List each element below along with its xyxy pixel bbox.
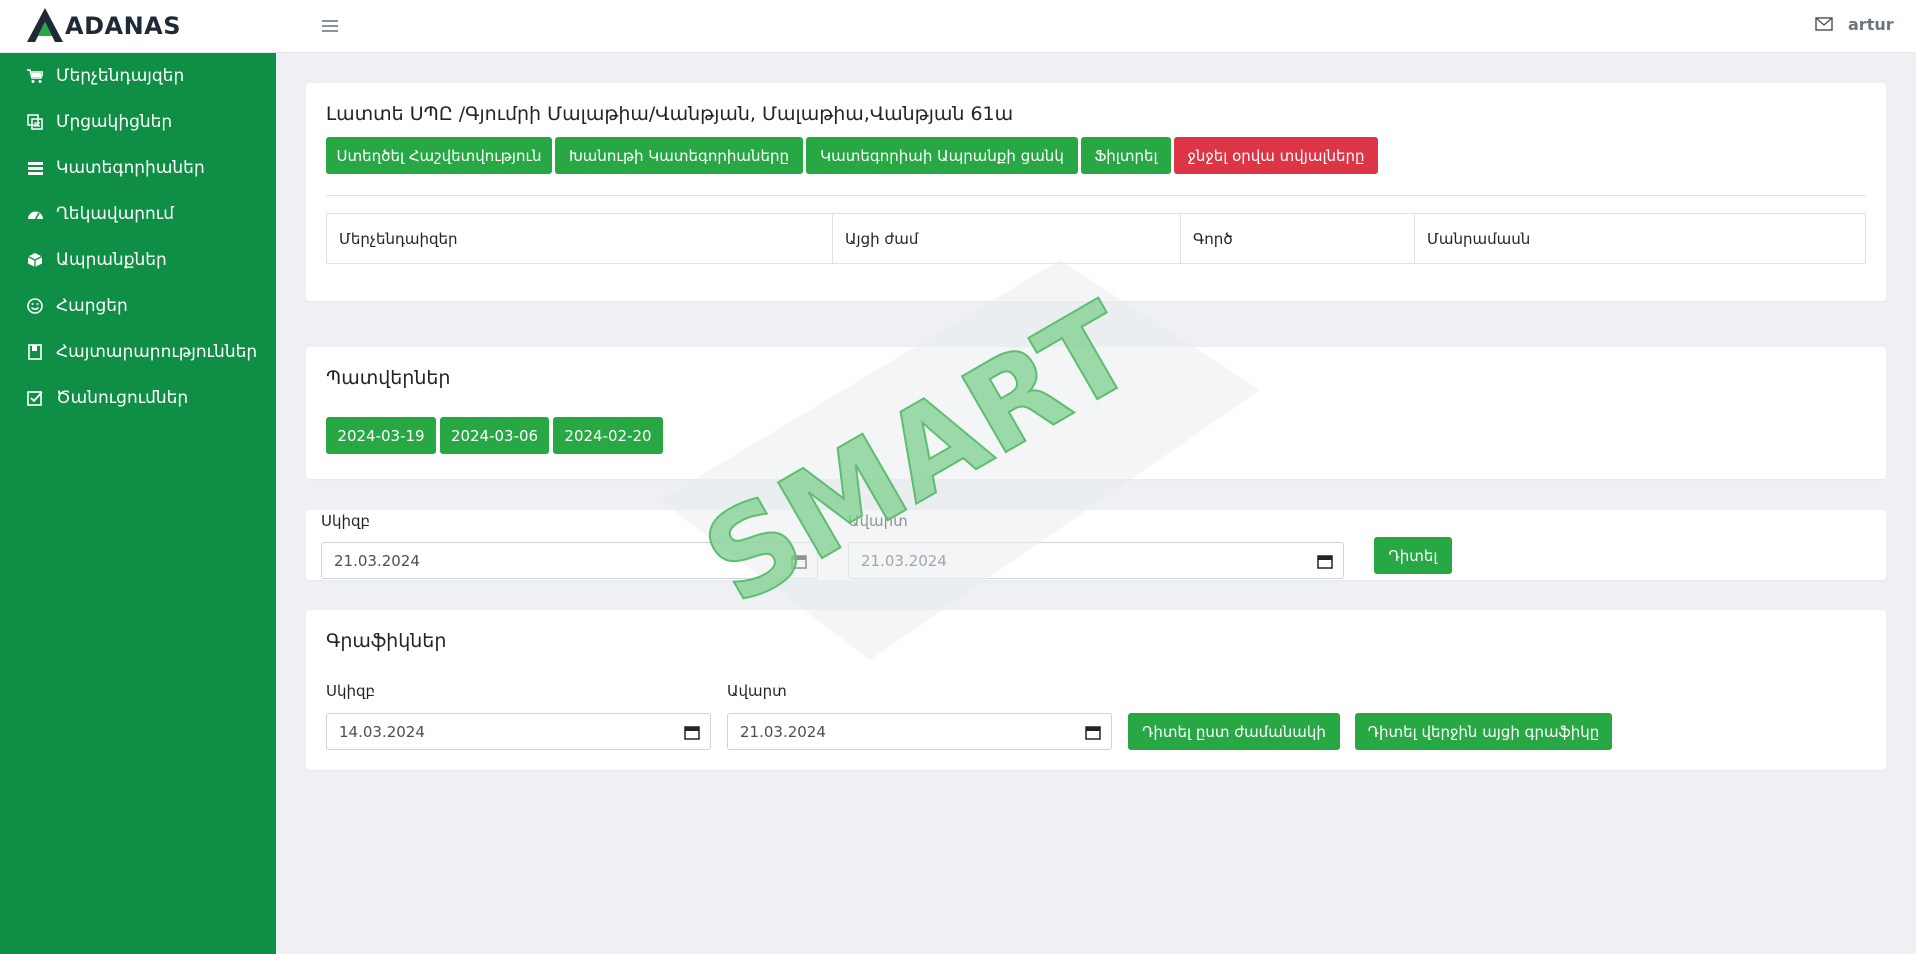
cart-icon <box>26 67 44 85</box>
create-report-button[interactable]: Ստեղծել Հաշվետվություն <box>326 137 552 174</box>
table-header-merchandiser: Մերչենդաիզեր <box>327 214 833 263</box>
end-date-input[interactable]: 21.03.2024 <box>848 542 1344 579</box>
sidebar-item-categories[interactable]: Կատեգորիաներ <box>0 145 276 191</box>
start-date-value: 21.03.2024 <box>334 551 420 570</box>
graphs-card: Գրաֆիկներ Սկիզբ 14.03.2024 Ավարտ 21.03.2… <box>306 610 1886 770</box>
orders-title: Պատվերներ <box>326 367 451 389</box>
table-header-visit-time: Այցի ժամ <box>833 214 1181 263</box>
sidebar-item-merchandisers[interactable]: Մերչենդայզեր <box>0 53 276 99</box>
sidebar-item-label: Ղեկավարում <box>56 204 174 224</box>
sidebar-item-notifications[interactable]: Ծանուցումներ <box>0 375 276 421</box>
logo-icon <box>27 8 63 42</box>
end-date-value: 21.03.2024 <box>861 551 947 570</box>
graphs-end-input[interactable]: 21.03.2024 <box>727 713 1112 750</box>
mail-icon[interactable] <box>1815 16 1835 36</box>
calendar-icon[interactable] <box>791 553 807 569</box>
store-title: Լատտե ՍՊԸ /Գյումրի Մալաթիա/Վանթյան, Մալա… <box>326 103 1014 125</box>
visits-table: Մերչենդաիզեր Այցի ժամ Գործ Մանրամասն <box>326 213 1866 264</box>
delete-day-data-button[interactable]: ջնջել օրվա տվյալները <box>1174 137 1378 174</box>
store-categories-button[interactable]: Խանութի Կատեգորիաները <box>555 137 803 174</box>
order-date-button[interactable]: 2024-02-20 <box>553 417 663 454</box>
sidebar-item-label: Կատեգորիաներ <box>56 158 205 178</box>
sidebar-item-announcements[interactable]: Հայտարարություններ <box>0 329 276 375</box>
date-filter-card: Սկիզբ 21.03.2024 Ավարտ 21.03.2024 Դիտել <box>306 510 1886 580</box>
category-products-button[interactable]: Կատեգորիաի Ապրանքի ցանկ <box>806 137 1078 174</box>
graphs-start-input[interactable]: 14.03.2024 <box>326 713 711 750</box>
brand-name: ADANAS <box>65 12 182 40</box>
smile-icon <box>26 297 44 315</box>
box-icon <box>26 251 44 269</box>
sidebar-item-label: Մրցակիցներ <box>56 112 173 132</box>
table-header-details: Մանրամասն <box>1427 229 1531 248</box>
sidebar-item-label: Ապրանքներ <box>56 250 167 270</box>
copy-icon <box>26 113 44 131</box>
divider <box>326 195 1866 196</box>
graphs-end-label: Ավարտ <box>727 682 787 700</box>
list-icon <box>26 159 44 177</box>
hamburger-icon[interactable] <box>320 14 340 38</box>
start-date-label: Սկիզբ <box>321 512 371 530</box>
order-date-button[interactable]: 2024-03-19 <box>326 417 436 454</box>
dashboard-icon <box>26 205 44 223</box>
book-icon <box>26 343 44 361</box>
view-last-visit-graph-button[interactable]: Դիտել վերջին այցի գրաֆիկը <box>1355 713 1612 750</box>
user-name[interactable]: artur <box>1848 15 1894 34</box>
sidebar: Մերչենդայզեր Մրցակիցներ Կատեգորիաներ Ղեկ… <box>0 53 276 954</box>
graphs-end-value: 21.03.2024 <box>740 722 826 741</box>
sidebar-item-competitors[interactable]: Մրցակիցներ <box>0 99 276 145</box>
end-date-label: Ավարտ <box>848 512 908 530</box>
calendar-icon[interactable] <box>684 724 700 740</box>
start-date-input[interactable]: 21.03.2024 <box>321 542 818 579</box>
table-header-action: Գործ <box>1181 214 1415 263</box>
graphs-start-label: Սկիզբ <box>326 682 376 700</box>
sidebar-item-label: Հայտարարություններ <box>56 342 258 362</box>
filter-button[interactable]: Ֆիլտրել <box>1081 137 1171 174</box>
sidebar-item-management[interactable]: Ղեկավարում <box>0 191 276 237</box>
view-button[interactable]: Դիտել <box>1374 537 1452 574</box>
sidebar-item-products[interactable]: Ապրանքներ <box>0 237 276 283</box>
graphs-start-value: 14.03.2024 <box>339 722 425 741</box>
check-square-icon <box>26 389 44 407</box>
calendar-icon[interactable] <box>1317 553 1333 569</box>
sidebar-item-questions[interactable]: Հարցեր <box>0 283 276 329</box>
sidebar-item-label: Հարցեր <box>56 296 128 316</box>
order-date-button[interactable]: 2024-03-06 <box>440 417 549 454</box>
calendar-icon[interactable] <box>1085 724 1101 740</box>
top-bar: ADANAS artur <box>0 0 1916 53</box>
sidebar-item-label: Մերչենդայզեր <box>56 66 185 86</box>
sidebar-item-label: Ծանուցումներ <box>56 388 189 408</box>
brand-logo[interactable]: ADANAS <box>27 6 181 46</box>
orders-card: Պատվերներ 2024-03-19 2024-03-06 2024-02-… <box>306 347 1886 479</box>
view-by-time-button[interactable]: Դիտել ըստ ժամանակի <box>1128 713 1340 750</box>
graphs-title: Գրաֆիկներ <box>326 630 447 652</box>
store-card: Լատտե ՍՊԸ /Գյումրի Մալաթիա/Վանթյան, Մալա… <box>306 83 1886 301</box>
